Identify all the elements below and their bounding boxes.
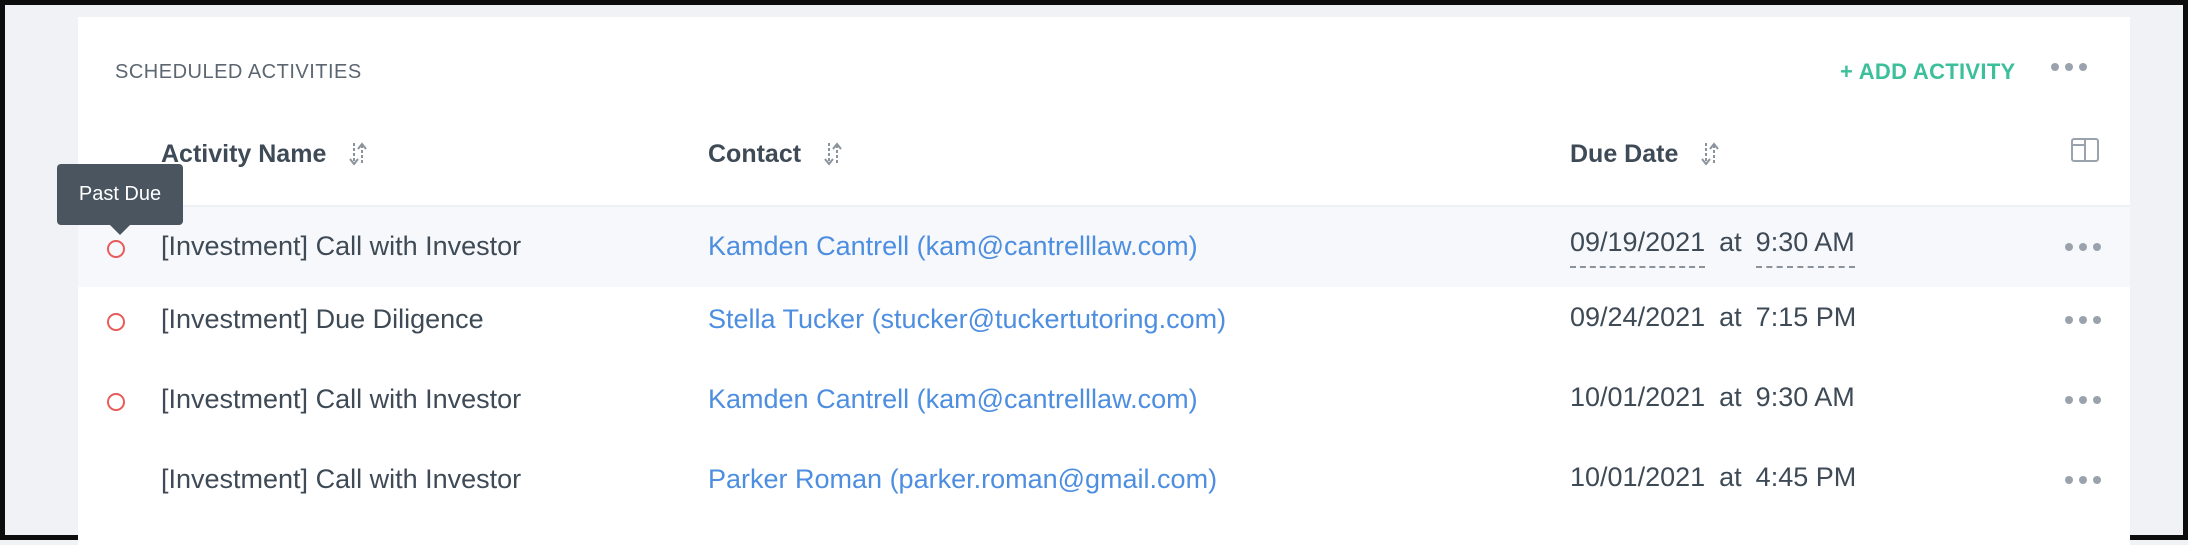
add-activity-button[interactable]: + ADD ACTIVITY xyxy=(1840,59,2016,85)
column-header-due-date[interactable]: Due Date xyxy=(1570,139,1720,169)
scheduled-activities-card: SCHEDULED ACTIVITIES + ADD ACTIVITY Acti… xyxy=(78,17,2130,545)
due-time[interactable]: 7:15 PM xyxy=(1756,302,1857,333)
contact-link[interactable]: Kamden Cantrell (kam@cantrelllaw.com) xyxy=(708,231,1198,262)
past-due-tooltip: Past Due xyxy=(57,164,183,235)
row-more-button[interactable] xyxy=(2065,310,2107,330)
activity-name[interactable]: [Investment] Call with Investor xyxy=(161,384,521,415)
activity-name[interactable]: [Investment] Call with Investor xyxy=(161,464,521,495)
due-date[interactable]: 09/24/2021 xyxy=(1570,302,1705,333)
at-label: at xyxy=(1719,227,1742,257)
due-time[interactable]: 9:30 AM xyxy=(1756,382,1855,413)
at-label: at xyxy=(1719,302,1742,332)
due-date-cell[interactable]: 09/19/2021 at 9:30 AM xyxy=(1570,227,1855,268)
row-more-button[interactable] xyxy=(2065,390,2107,410)
section-title: SCHEDULED ACTIVITIES xyxy=(115,61,362,83)
contact-link[interactable]: Stella Tucker (stucker@tuckertutoring.co… xyxy=(708,304,1226,335)
column-header-label: Activity Name xyxy=(161,139,327,168)
due-time[interactable]: 4:45 PM xyxy=(1756,462,1857,493)
more-horizontal-icon xyxy=(2065,310,2107,330)
table-header: Activity Name Contact Due Date xyxy=(78,105,2130,207)
column-header-label: Contact xyxy=(708,139,802,168)
column-header-label: Due Date xyxy=(1570,139,1679,168)
more-horizontal-icon xyxy=(2065,470,2107,490)
column-header-activity[interactable]: Activity Name xyxy=(161,139,368,169)
at-label: at xyxy=(1719,462,1742,492)
more-horizontal-icon xyxy=(2051,57,2095,77)
columns-icon[interactable] xyxy=(2070,135,2100,165)
due-date[interactable]: 10/01/2021 xyxy=(1570,462,1705,493)
contact-link[interactable]: Parker Roman (parker.roman@gmail.com) xyxy=(708,464,1217,495)
at-label: at xyxy=(1719,382,1742,412)
sort-icon[interactable] xyxy=(348,139,368,169)
due-date-cell[interactable]: 10/01/2021 at 9:30 AM xyxy=(1570,382,1855,413)
due-date[interactable]: 09/19/2021 xyxy=(1570,227,1706,268)
sort-icon[interactable] xyxy=(823,139,843,169)
row-more-button[interactable] xyxy=(2065,470,2107,490)
activity-name[interactable]: [Investment] Call with Investor xyxy=(161,231,521,262)
table-row[interactable]: [Investment] Call with Investor Kamden C… xyxy=(78,365,2130,445)
row-more-button[interactable] xyxy=(2065,237,2107,257)
table-row[interactable]: [Investment] Call with Investor Kamden C… xyxy=(78,207,2130,287)
status-circle-icon[interactable] xyxy=(107,393,125,411)
contact-link[interactable]: Kamden Cantrell (kam@cantrelllaw.com) xyxy=(708,384,1198,415)
sort-icon[interactable] xyxy=(1700,139,1720,169)
more-horizontal-icon xyxy=(2065,390,2107,410)
activity-name[interactable]: [Investment] Due Diligence xyxy=(161,304,484,335)
due-date-cell[interactable]: 10/01/2021 at 4:45 PM xyxy=(1570,462,1856,493)
card-more-button[interactable] xyxy=(2051,57,2095,77)
table-row[interactable]: [Investment] Call with Investor Parker R… xyxy=(78,445,2130,525)
status-circle-icon[interactable] xyxy=(107,313,125,331)
due-date[interactable]: 10/01/2021 xyxy=(1570,382,1705,413)
status-circle-icon[interactable] xyxy=(107,240,125,258)
due-date-cell[interactable]: 09/24/2021 at 7:15 PM xyxy=(1570,302,1856,333)
due-time[interactable]: 9:30 AM xyxy=(1755,227,1855,268)
more-horizontal-icon xyxy=(2065,237,2107,257)
column-header-contact[interactable]: Contact xyxy=(708,139,843,169)
table-row[interactable]: [Investment] Due Diligence Stella Tucker… xyxy=(78,285,2130,365)
